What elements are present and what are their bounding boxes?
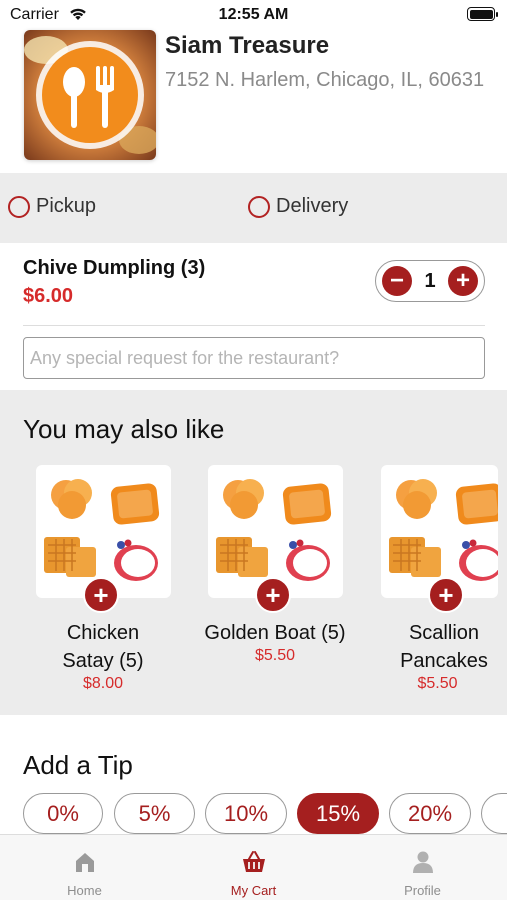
tip-option-0[interactable]: 0% <box>23 793 103 834</box>
item-name: Chive Dumpling (3) <box>23 257 206 279</box>
restaurant-logo <box>24 30 156 160</box>
increment-button[interactable]: + <box>448 266 478 296</box>
tab-label: Home <box>67 883 102 898</box>
pickup-label: Pickup <box>36 195 97 217</box>
suggestion-price: $5.50 <box>254 647 296 664</box>
clock: 12:55 AM <box>218 6 289 23</box>
add-button[interactable]: + <box>428 577 464 613</box>
suggestion-name: Chicken Satay (5) <box>62 622 144 672</box>
radio-button[interactable] <box>248 195 270 218</box>
suggestion-name: Golden Boat (5) <box>204 622 346 644</box>
order-type-selector: Pickup Delivery <box>0 173 507 243</box>
tip-option-20[interactable]: 20% <box>389 793 471 834</box>
suggestion-price: $8.00 <box>82 675 124 692</box>
tab-home[interactable]: Home <box>0 835 169 901</box>
tip-option-10[interactable]: 10% <box>205 793 287 834</box>
tip-option-5[interactable]: 5% <box>114 793 195 834</box>
person-icon <box>413 851 433 873</box>
tip-title: Add a Tip <box>23 750 133 780</box>
suggestions-section: You may also like + Chicken Satay (5) $8… <box>0 390 507 715</box>
fork-spoon-logo-icon <box>24 30 156 160</box>
basket-icon <box>243 851 265 872</box>
tab-my-cart[interactable]: My Cart <box>169 835 338 901</box>
battery-icon <box>467 7 498 21</box>
cart-item: Chive Dumpling (3) $6.00 − 1 + <box>0 243 507 390</box>
radio-button[interactable] <box>8 195 30 218</box>
restaurant-address: 7152 N. Harlem, Chicago, IL, 60631 <box>165 69 485 91</box>
suggestion-name: Scallion Pancakes <box>400 622 488 672</box>
restaurant-name: Siam Treasure <box>165 32 330 59</box>
pickup-option[interactable]: Pickup <box>8 195 96 218</box>
quantity-value: 1 <box>424 269 436 292</box>
special-request-input[interactable] <box>23 337 485 379</box>
suggestions-title: You may also like <box>23 414 225 444</box>
home-icon <box>76 853 94 872</box>
add-button[interactable]: + <box>83 577 119 613</box>
decrement-button[interactable]: − <box>382 266 412 296</box>
tip-section: Add a Tip 0% 5% 10% 15% 20% <box>0 715 507 835</box>
tab-bar: Home My Cart Profile <box>0 834 507 900</box>
item-price: $6.00 <box>23 285 74 307</box>
status-bar: Carrier 12:55 AM <box>0 0 507 30</box>
tab-label: My Cart <box>230 883 277 898</box>
restaurant-header: Siam Treasure 7152 N. Harlem, Chicago, I… <box>0 30 507 173</box>
tab-label: Profile <box>404 883 441 898</box>
delivery-option[interactable]: Delivery <box>248 195 348 218</box>
tip-option-15[interactable]: 15% <box>297 793 379 834</box>
divider <box>23 325 485 326</box>
tab-profile[interactable]: Profile <box>338 835 507 901</box>
quantity-stepper: − 1 + <box>375 260 485 302</box>
suggestion-price: $5.50 <box>417 675 458 692</box>
delivery-label: Delivery <box>276 195 349 217</box>
add-button[interactable]: + <box>255 577 291 613</box>
tip-option-more[interactable] <box>481 793 507 834</box>
